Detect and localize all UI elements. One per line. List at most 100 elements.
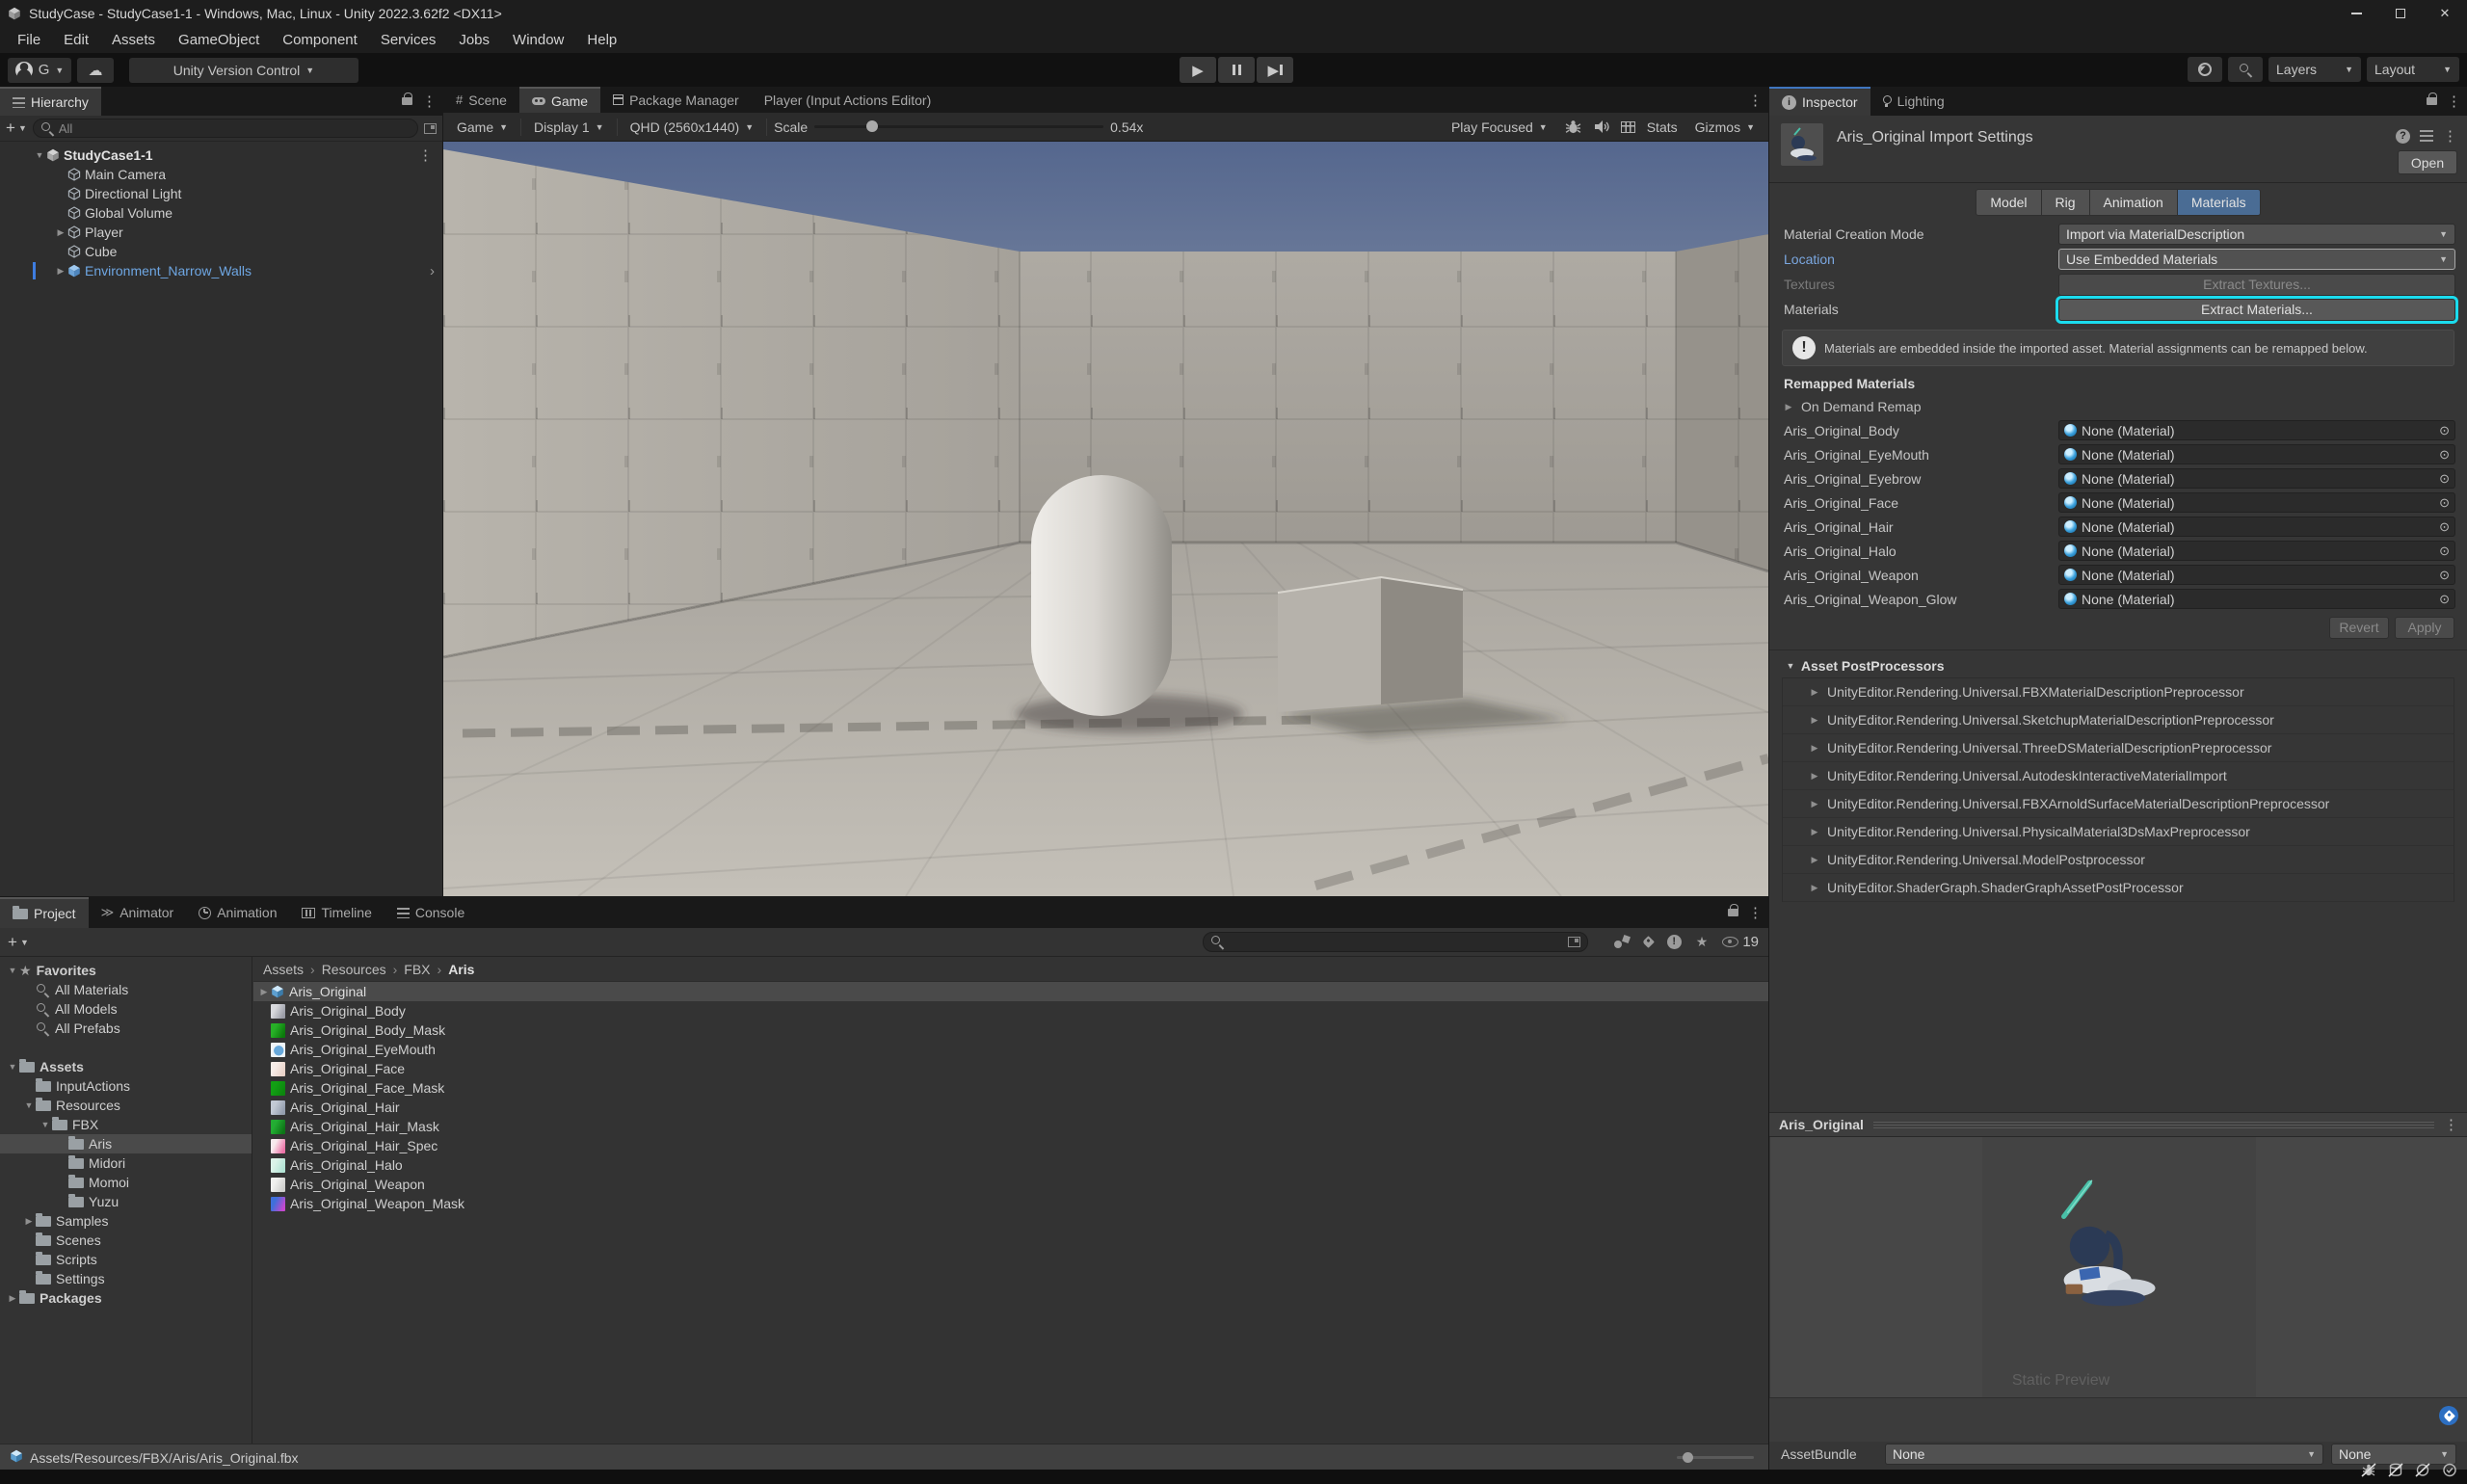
asset-labels-button[interactable] [2439, 1406, 2458, 1425]
kebab-icon[interactable]: ⋮ [1748, 904, 1763, 921]
kebab-icon[interactable]: ⋮ [418, 146, 433, 164]
revert-button[interactable]: Revert [2329, 617, 2389, 639]
tree-item-yuzu[interactable]: Yuzu [0, 1192, 252, 1211]
asset-postprocessors-header[interactable]: ▼ Asset PostProcessors [1769, 654, 2467, 677]
hierarchy-item-main-camera[interactable]: Main Camera [0, 165, 442, 184]
undo-history-button[interactable] [2188, 57, 2222, 82]
material-object-field[interactable]: None (Material)⊙ [2058, 468, 2455, 489]
lock-icon[interactable] [2427, 97, 2437, 105]
kebab-icon[interactable]: ⋮ [422, 93, 437, 110]
asset-aris-original-hair[interactable]: Aris_Original_Hair [253, 1098, 1768, 1117]
assetbundle-dropdown[interactable]: None▼ [1885, 1444, 2323, 1465]
postprocessor-item[interactable]: ▶UnityEditor.Rendering.Universal.Physica… [1783, 818, 2454, 846]
foldout-icon[interactable]: ▶ [22, 1216, 36, 1227]
create-menu-button[interactable]: +▼ [6, 119, 27, 138]
postprocessor-item[interactable]: ▶UnityEditor.Rendering.Universal.ThreeDS… [1783, 734, 2454, 762]
breadcrumb-assets[interactable]: Assets [263, 962, 304, 977]
tree-item-all-models[interactable]: All Models [0, 999, 252, 1019]
tab-lighting[interactable]: Lighting [1870, 87, 1957, 116]
thumbnail-size-slider[interactable] [1677, 1456, 1754, 1459]
asset-aris-original-weapon-mask[interactable]: Aris_Original_Weapon_Mask [253, 1194, 1768, 1213]
tree-item-packages[interactable]: ▶Packages [0, 1288, 252, 1308]
extract-materials-button[interactable]: Extract Materials... [2058, 299, 2455, 321]
tree-item-scripts[interactable]: Scripts [0, 1250, 252, 1269]
foldout-icon[interactable]: ▶ [54, 227, 67, 238]
play-mode-dropdown[interactable]: Play Focused▼ [1446, 119, 1553, 135]
search-by-type-icon[interactable] [1614, 936, 1630, 948]
resolution-dropdown[interactable]: QHD (2560x1440)▼ [624, 119, 760, 135]
object-picker-icon[interactable]: ⊙ [2439, 592, 2450, 607]
gizmos-dropdown[interactable]: Gizmos▼ [1689, 119, 1761, 135]
breadcrumb-resources[interactable]: Resources [322, 962, 386, 977]
material-object-field[interactable]: None (Material)⊙ [2058, 444, 2455, 464]
on-demand-remap-foldout[interactable]: ▶ On Demand Remap [1769, 395, 2467, 418]
tree-item-scenes[interactable]: Scenes [0, 1231, 252, 1250]
menu-assets[interactable]: Assets [100, 27, 167, 53]
hierarchy-search-input[interactable] [59, 121, 411, 136]
tab-animator[interactable]: ≫Animator [89, 897, 187, 928]
menu-jobs[interactable]: Jobs [447, 27, 501, 53]
material-object-field[interactable]: None (Material)⊙ [2058, 541, 2455, 561]
postprocessor-item[interactable]: ▶UnityEditor.Rendering.Universal.ModelPo… [1783, 846, 2454, 874]
tree-item-fbx[interactable]: ▼FBX [0, 1115, 252, 1134]
play-button[interactable]: ▶ [1180, 57, 1216, 83]
import-tab-materials[interactable]: Materials [2178, 189, 2261, 216]
import-tab-animation[interactable]: Animation [2090, 189, 2178, 216]
object-picker-icon[interactable]: ⊙ [2439, 471, 2450, 487]
help-icon[interactable]: ? [2396, 129, 2410, 144]
asset-aris-original-hair-spec[interactable]: Aris_Original_Hair_Spec [253, 1136, 1768, 1155]
mute-audio-icon[interactable] [1593, 119, 1609, 134]
hierarchy-item-player[interactable]: ▶Player [0, 223, 442, 242]
preview-drag-handle[interactable] [1873, 1122, 2434, 1128]
tree-item-aris[interactable]: Aris [0, 1134, 252, 1153]
hierarchy-item-directional-light[interactable]: Directional Light [0, 184, 442, 203]
scale-slider-knob[interactable] [866, 120, 878, 132]
tree-item-all-materials[interactable]: All Materials [0, 980, 252, 999]
assetbundle-variant-dropdown[interactable]: None▼ [2331, 1444, 2456, 1465]
menu-edit[interactable]: Edit [52, 27, 100, 53]
apply-button[interactable]: Apply [2395, 617, 2454, 639]
tab-animation[interactable]: Animation [186, 897, 289, 928]
search-button[interactable] [2228, 57, 2263, 82]
postprocessor-item[interactable]: ▶UnityEditor.ShaderGraph.ShaderGraphAsse… [1783, 874, 2454, 902]
chevron-right-icon[interactable]: › [430, 263, 435, 279]
kebab-icon[interactable]: ⋮ [2444, 1116, 2458, 1133]
cache-server-status-icon[interactable] [2388, 1463, 2403, 1477]
import-log-icon[interactable]: ! [1667, 935, 1682, 949]
tab-package-manager[interactable]: Package Manager [600, 87, 752, 113]
profiler-status-icon[interactable] [2415, 1463, 2430, 1477]
stats-toggle[interactable]: Stats [1647, 119, 1678, 135]
close-button[interactable]: ✕ [2423, 0, 2467, 27]
tab-inspector[interactable]: iInspector [1769, 87, 1870, 116]
preview-area[interactable]: Static Preview [1770, 1137, 2467, 1397]
background-tasks-icon[interactable] [2442, 1463, 2457, 1477]
import-tab-rig[interactable]: Rig [2042, 189, 2090, 216]
create-asset-button[interactable]: +▼ [8, 933, 29, 952]
minimize-button[interactable] [2334, 0, 2378, 27]
asset-aris-original-body[interactable]: Aris_Original_Body [253, 1001, 1768, 1020]
tree-item-assets[interactable]: ▼Assets [0, 1057, 252, 1076]
tree-item-inputactions[interactable]: InputActions [0, 1076, 252, 1096]
asset-aris-original-hair-mask[interactable]: Aris_Original_Hair_Mask [253, 1117, 1768, 1136]
postprocessor-item[interactable]: ▶UnityEditor.Rendering.Universal.FBXMate… [1783, 678, 2454, 706]
scene-picking-icon[interactable] [424, 123, 437, 134]
open-button[interactable]: Open [2398, 150, 2457, 174]
lock-icon[interactable] [402, 97, 412, 105]
location-dropdown[interactable]: Use Embedded Materials▼ [2058, 249, 2455, 270]
menu-component[interactable]: Component [271, 27, 369, 53]
tree-item-samples[interactable]: ▶Samples [0, 1211, 252, 1231]
project-search[interactable] [1203, 932, 1588, 952]
material-object-field[interactable]: None (Material)⊙ [2058, 517, 2455, 537]
postprocessor-item[interactable]: ▶UnityEditor.Rendering.Universal.Autodes… [1783, 762, 2454, 790]
game-viewport[interactable] [443, 142, 1768, 896]
kebab-icon[interactable]: ⋮ [2447, 93, 2461, 110]
object-picker-icon[interactable]: ⊙ [2439, 423, 2450, 438]
foldout-icon[interactable]: ▼ [6, 1062, 19, 1072]
object-picker-icon[interactable]: ⊙ [2439, 495, 2450, 511]
material-creation-mode-dropdown[interactable]: Import via MaterialDescription▼ [2058, 224, 2455, 245]
object-picker-icon[interactable]: ⊙ [2439, 568, 2450, 583]
material-object-field[interactable]: None (Material)⊙ [2058, 420, 2455, 440]
search-by-label-icon[interactable] [1642, 936, 1655, 948]
postprocessor-item[interactable]: ▶UnityEditor.Rendering.Universal.FBXArno… [1783, 790, 2454, 818]
tree-item-all-prefabs[interactable]: All Prefabs [0, 1019, 252, 1038]
